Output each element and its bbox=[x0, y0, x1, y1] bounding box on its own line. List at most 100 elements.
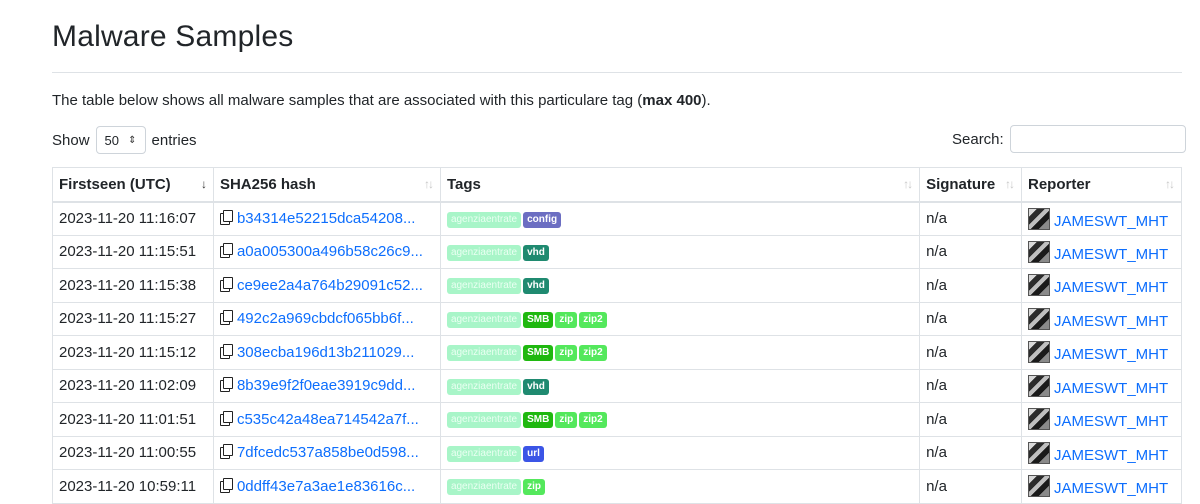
cell-firstseen: 2023-11-20 11:15:51 bbox=[52, 234, 214, 269]
cell-reporter: JAMESWT_MHT bbox=[1021, 469, 1182, 504]
header-reporter[interactable]: Reporter ↑↓ bbox=[1021, 167, 1182, 203]
cell-tags: agenziaentrate SMB zip zip2 bbox=[439, 335, 921, 370]
copy-icon[interactable] bbox=[219, 310, 233, 326]
search-control: Search: bbox=[952, 125, 1186, 153]
cell-signature: n/a bbox=[919, 335, 1022, 370]
tag-badge[interactable]: zip2 bbox=[579, 345, 607, 362]
tag-badge[interactable]: zip bbox=[555, 345, 578, 362]
tag-badge[interactable]: SMB bbox=[523, 311, 554, 328]
avatar bbox=[1028, 374, 1050, 397]
cell-hash: 492c2a969cbdcf065bb6f... bbox=[212, 301, 441, 336]
copy-icon[interactable] bbox=[219, 377, 233, 393]
reporter-link[interactable]: JAMESWT_MHT bbox=[1054, 279, 1168, 296]
cell-hash: ce9ee2a4a764b29091c52... bbox=[212, 268, 441, 303]
tag-badge[interactable]: zip2 bbox=[579, 311, 607, 328]
header-firstseen[interactable]: Firstseen (UTC) ↓ bbox=[52, 167, 214, 203]
entries-label: entries bbox=[151, 131, 197, 149]
tag-badge[interactable]: agenziaentrate bbox=[446, 445, 522, 462]
tag-badge[interactable]: vhd bbox=[523, 244, 549, 261]
tag-badge[interactable]: SMB bbox=[523, 345, 554, 362]
cell-tags: agenziaentrate SMB zip zip2 bbox=[439, 402, 921, 437]
entries-value: 50 bbox=[104, 132, 119, 148]
reporter-link[interactable]: JAMESWT_MHT bbox=[1054, 380, 1168, 397]
reporter-link[interactable]: JAMESWT_MHT bbox=[1054, 480, 1168, 497]
tag-badge[interactable]: zip bbox=[523, 479, 545, 496]
tag-badge[interactable]: agenziaentrate bbox=[446, 378, 522, 395]
hash-link[interactable]: 492c2a969cbdcf065bb6f... bbox=[237, 310, 414, 327]
copy-icon[interactable] bbox=[219, 243, 233, 259]
tag-badge[interactable]: SMB bbox=[523, 412, 554, 429]
avatar bbox=[1028, 341, 1050, 364]
table-body: 2023-11-20 11:16:07 b34314e52215dca54208.… bbox=[52, 201, 1182, 504]
hash-link[interactable]: 0ddff43e7a3ae1e83616c... bbox=[237, 478, 415, 495]
cell-reporter: JAMESWT_MHT bbox=[1021, 335, 1182, 370]
chevron-updown-icon: ⇕ bbox=[128, 134, 137, 146]
cell-signature: n/a bbox=[919, 469, 1022, 504]
hash-link[interactable]: c535c42a48ea714542a7f... bbox=[237, 411, 419, 428]
cell-reporter: JAMESWT_MHT bbox=[1021, 402, 1182, 437]
table-row: 2023-11-20 11:16:07 b34314e52215dca54208.… bbox=[52, 201, 1182, 236]
cell-firstseen: 2023-11-20 11:15:12 bbox=[52, 335, 214, 370]
tag-badge[interactable]: zip bbox=[555, 311, 578, 328]
reporter-link[interactable]: JAMESWT_MHT bbox=[1054, 447, 1168, 464]
cell-hash: b34314e52215dca54208... bbox=[212, 201, 441, 236]
entries-select[interactable]: 50 ⇕ bbox=[95, 126, 146, 154]
entries-control: Show 50 ⇕ entries bbox=[52, 126, 197, 154]
table-row: 2023-11-20 10:59:11 0ddff43e7a3ae1e83616c… bbox=[52, 469, 1182, 504]
cell-reporter: JAMESWT_MHT bbox=[1021, 368, 1182, 403]
tag-badge[interactable]: agenziaentrate bbox=[446, 278, 522, 295]
copy-icon[interactable] bbox=[219, 343, 233, 359]
hash-link[interactable]: a0a005300a496b58c26c9... bbox=[237, 243, 423, 260]
hash-link[interactable]: 308ecba196d13b211029... bbox=[237, 344, 414, 361]
cell-signature: n/a bbox=[919, 435, 1022, 470]
header-sha256[interactable]: SHA256 hash ↑↓ bbox=[212, 167, 441, 203]
tag-badge[interactable]: url bbox=[523, 445, 544, 462]
copy-icon[interactable] bbox=[219, 210, 233, 225]
cell-tags: agenziaentrate config bbox=[439, 201, 921, 236]
cell-hash: 8b39e9f2f0eae3919c9dd... bbox=[212, 368, 441, 403]
avatar bbox=[1028, 307, 1050, 330]
tag-badge[interactable]: config bbox=[523, 211, 562, 228]
hash-link[interactable]: ce9ee2a4a764b29091c52... bbox=[237, 277, 423, 294]
copy-icon[interactable] bbox=[219, 444, 233, 460]
sort-icon: ↑↓ bbox=[1165, 177, 1175, 191]
cell-hash: a0a005300a496b58c26c9... bbox=[212, 234, 441, 269]
header-signature[interactable]: Signature ↑↓ bbox=[919, 167, 1022, 203]
copy-icon[interactable] bbox=[219, 276, 233, 292]
tag-badge[interactable]: agenziaentrate bbox=[446, 412, 522, 429]
header-tags[interactable]: Tags ↑↓ bbox=[439, 167, 921, 203]
cell-reporter: JAMESWT_MHT bbox=[1021, 201, 1182, 236]
copy-icon[interactable] bbox=[219, 410, 233, 426]
cell-signature: n/a bbox=[919, 234, 1022, 269]
search-label: Search: bbox=[952, 130, 1004, 148]
reporter-link[interactable]: JAMESWT_MHT bbox=[1054, 413, 1168, 430]
reporter-link[interactable]: JAMESWT_MHT bbox=[1054, 246, 1168, 263]
cell-firstseen: 2023-11-20 11:15:27 bbox=[52, 301, 214, 336]
tag-badge[interactable]: agenziaentrate bbox=[446, 479, 522, 496]
tag-badge[interactable]: agenziaentrate bbox=[446, 345, 522, 362]
cell-tags: agenziaentrate vhd bbox=[439, 268, 921, 303]
cell-reporter: JAMESWT_MHT bbox=[1021, 268, 1182, 303]
page-description: The table below shows all malware sample… bbox=[52, 92, 711, 109]
hash-link[interactable]: b34314e52215dca54208... bbox=[237, 210, 416, 227]
copy-icon[interactable] bbox=[219, 477, 233, 493]
page-title: Malware Samples bbox=[52, 20, 294, 53]
reporter-link[interactable]: JAMESWT_MHT bbox=[1054, 346, 1168, 363]
tag-badge[interactable]: zip bbox=[555, 412, 578, 429]
hash-link[interactable]: 8b39e9f2f0eae3919c9dd... bbox=[237, 377, 416, 394]
tag-badge[interactable]: vhd bbox=[523, 278, 549, 295]
search-input[interactable] bbox=[1009, 125, 1186, 153]
table-row: 2023-11-20 11:15:38 ce9ee2a4a764b29091c52… bbox=[52, 268, 1182, 303]
tag-badge[interactable]: zip2 bbox=[579, 412, 607, 429]
tag-badge[interactable]: agenziaentrate bbox=[446, 311, 522, 328]
hash-link[interactable]: 7dfcedc537a858be0d598... bbox=[237, 444, 419, 461]
tag-badge[interactable]: agenziaentrate bbox=[446, 244, 522, 261]
tag-badge[interactable]: vhd bbox=[523, 378, 549, 395]
cell-reporter: JAMESWT_MHT bbox=[1021, 435, 1182, 470]
reporter-link[interactable]: JAMESWT_MHT bbox=[1054, 313, 1168, 330]
cell-tags: agenziaentrate SMB zip zip2 bbox=[439, 301, 921, 336]
description-suffix: ). bbox=[701, 92, 711, 109]
cell-signature: n/a bbox=[919, 402, 1022, 437]
reporter-link[interactable]: JAMESWT_MHT bbox=[1054, 213, 1168, 230]
tag-badge[interactable]: agenziaentrate bbox=[446, 211, 522, 228]
